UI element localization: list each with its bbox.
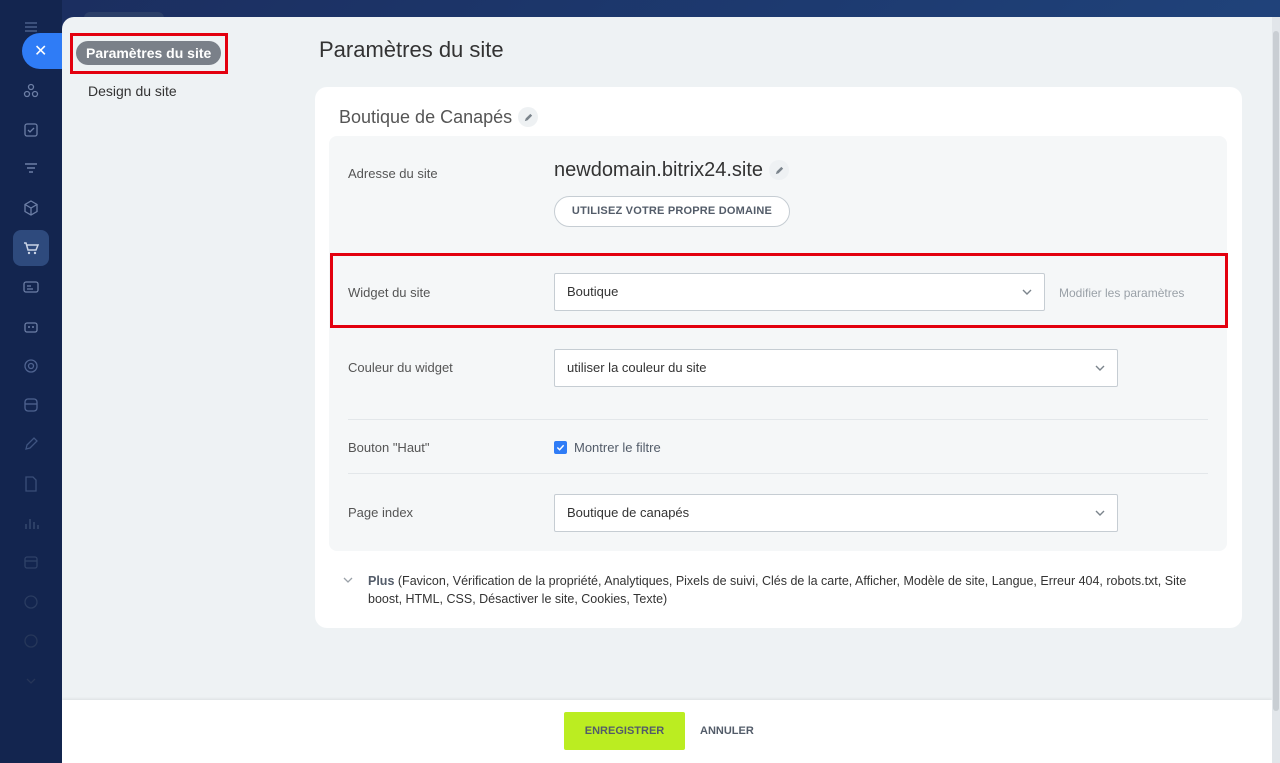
- more-label: Plus: [368, 574, 395, 588]
- mail-icon[interactable]: [22, 632, 40, 650]
- app-rail: [0, 0, 62, 763]
- workflow-icon[interactable]: [22, 82, 40, 100]
- chevron-down-icon: [343, 575, 353, 585]
- database-icon[interactable]: [22, 396, 40, 414]
- divider: [348, 473, 1208, 474]
- edit-site-name-button[interactable]: [518, 107, 539, 127]
- pencil-icon: [775, 166, 783, 174]
- highlight-box-sidebar: [70, 33, 228, 74]
- index-page-value: Boutique de canapés: [567, 505, 690, 520]
- more-details: (Favicon, Vérification de la propriété, …: [368, 574, 1187, 606]
- site-domain: newdomain.bitrix24.site: [554, 158, 789, 182]
- chevron-down-icon: [1095, 363, 1105, 373]
- footer-bar: ENREGISTRER ANNULER: [62, 700, 1272, 763]
- check-icon: [556, 444, 565, 451]
- highlight-box-widget: [330, 253, 1228, 328]
- more-settings-toggle[interactable]: Plus (Favicon, Vérification de la propri…: [343, 572, 1213, 608]
- settings-card: Boutique de Canapés Adresse du site newd…: [315, 87, 1242, 628]
- pen-icon[interactable]: [22, 435, 40, 453]
- tasks-icon[interactable]: [22, 121, 40, 139]
- cancel-button[interactable]: ANNULER: [700, 712, 754, 750]
- document-icon[interactable]: [22, 475, 40, 493]
- card-icon[interactable]: [22, 278, 40, 296]
- box-icon[interactable]: [22, 199, 40, 217]
- address-label: Adresse du site: [348, 166, 438, 181]
- divider: [348, 419, 1208, 420]
- chevron-down-icon: [1095, 508, 1105, 518]
- index-page-label: Page index: [348, 505, 414, 520]
- scrollbar[interactable]: [1272, 17, 1280, 763]
- show-filter-checkbox[interactable]: [554, 441, 567, 454]
- calendar-icon[interactable]: [22, 553, 40, 571]
- show-filter-checkbox-row: Montrer le filtre: [554, 440, 661, 455]
- settings-form: Adresse du site newdomain.bitrix24.site …: [329, 136, 1228, 551]
- index-page-select[interactable]: Boutique de canapés: [554, 494, 1118, 532]
- chart-icon[interactable]: [22, 514, 40, 532]
- settings-panel: Paramètres du site Design du site Paramè…: [62, 17, 1272, 763]
- own-domain-button[interactable]: UTILISEZ VOTRE PROPRE DOMAINE: [554, 196, 790, 227]
- show-filter-label: Montrer le filtre: [574, 440, 661, 455]
- chevron-down-icon[interactable]: [22, 672, 40, 690]
- site-name: Boutique de Canapés: [339, 107, 513, 127]
- top-button-label: Bouton "Haut": [348, 440, 430, 455]
- domain-text: newdomain.bitrix24.site: [554, 159, 763, 181]
- filter-icon[interactable]: [22, 160, 40, 178]
- sidebar-item-site-design[interactable]: Design du site: [88, 82, 177, 100]
- page-title: Paramètres du site: [319, 37, 504, 62]
- robot-icon[interactable]: [22, 317, 40, 335]
- pencil-icon: [524, 113, 532, 121]
- widget-color-select[interactable]: utiliser la couleur du site: [554, 349, 1118, 387]
- widget-color-label: Couleur du widget: [348, 360, 453, 375]
- edit-domain-button[interactable]: [769, 160, 789, 180]
- save-button[interactable]: ENREGISTRER: [564, 712, 685, 750]
- target-icon[interactable]: [22, 357, 40, 375]
- card-title: Boutique de Canapés: [339, 106, 539, 128]
- close-icon: ✕: [34, 43, 48, 60]
- widget-color-value: utiliser la couleur du site: [567, 360, 707, 375]
- settings-icon[interactable]: [22, 593, 40, 611]
- sidebar: Paramètres du site Design du site: [62, 17, 292, 763]
- cart-icon[interactable]: [22, 239, 40, 257]
- scrollbar-thumb[interactable]: [1273, 31, 1279, 711]
